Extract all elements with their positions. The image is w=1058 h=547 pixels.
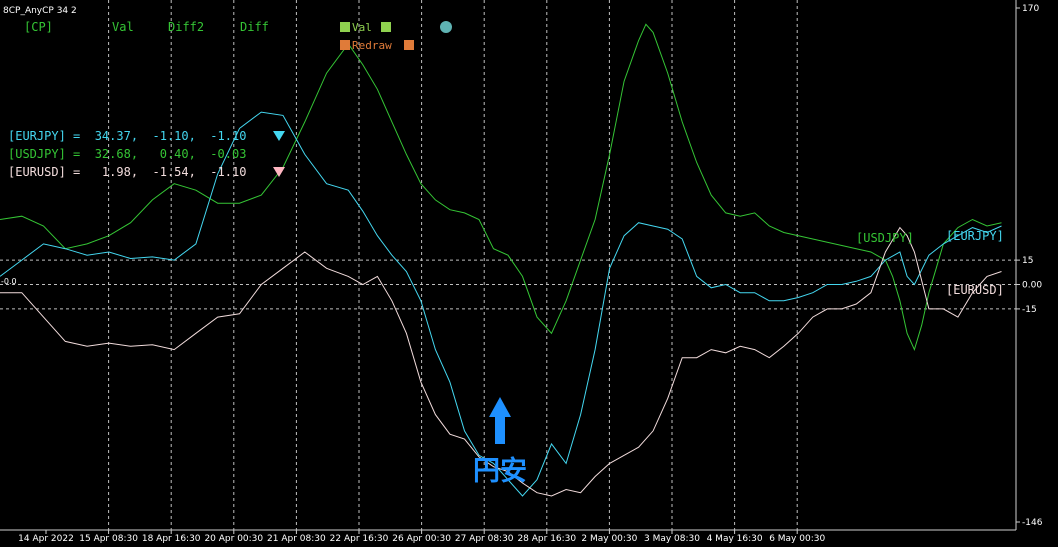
val-toggle-label: Val: [352, 21, 372, 34]
val-toggle-button[interactable]: Val: [340, 21, 391, 34]
vertical-gridlines: [108, 0, 798, 530]
x-tick-label: 21 Apr 08:30: [267, 534, 326, 544]
eurjpy-down-triangle-icon: [273, 131, 285, 141]
header-label-diff: Diff: [240, 20, 269, 34]
y-tick-label: -146: [1022, 518, 1043, 528]
redraw-label: Redraw: [352, 39, 392, 52]
eurusd-down-triangle-icon: [273, 167, 285, 177]
chart-canvas: 170 15 0.00 -15 -146 14 Apr 2022 15 Apr 08:30…: [0, 0, 1043, 544]
x-tick-label: 6 May 00:30: [769, 534, 825, 544]
redraw-box: [340, 40, 350, 50]
price-scale: 170 15 0.00 -15 -146: [1016, 4, 1043, 528]
x-tick-label: 15 Apr 08:30: [79, 534, 138, 544]
x-tick-label: 3 May 08:30: [644, 534, 700, 544]
annotation-text: 円安: [473, 456, 527, 487]
indicator-title: 8CP_AnyCP 34 2: [3, 6, 77, 16]
readout-usdjpy: [USDJPY] = 32.68, 0.40, -0.03: [8, 147, 246, 161]
settings-dot-button[interactable]: [440, 21, 452, 33]
x-tick-label: 20 Apr 00:30: [204, 534, 263, 544]
redraw-box-right: [404, 40, 414, 50]
line-label-eurusd: [EURUSD]: [946, 283, 1004, 297]
x-tick-label: 2 May 00:30: [581, 534, 637, 544]
readout-eurusd: [EURUSD] = 1.98, -1.54, -1.10: [8, 165, 246, 179]
x-tick-label: 18 Apr 16:30: [142, 534, 201, 544]
series-line-usdjpy: [0, 23, 1002, 352]
x-tick-label: 4 May 16:30: [707, 534, 763, 544]
up-arrow-icon: [489, 397, 511, 444]
y-tick-label: 170: [1022, 4, 1039, 14]
readout-eurjpy: [EURJPY] = 34.37, -1.10, -1.10: [8, 129, 246, 143]
line-label-usdjpy: [USDJPY]: [856, 231, 914, 245]
redraw-button[interactable]: Redraw: [340, 39, 414, 52]
chart-window: 170 15 0.00 -15 -146 14 Apr 2022 15 Apr 08:30…: [0, 0, 1058, 547]
y-tick-label: 15: [1022, 256, 1033, 266]
time-scale: 14 Apr 2022 15 Apr 08:30 18 Apr 16:30 20 Ap…: [18, 530, 825, 544]
line-label-eurjpy: [EURJPY]: [946, 229, 1004, 243]
header-label-cp: [CP]: [24, 20, 53, 34]
val-toggle-box: [340, 22, 350, 32]
x-tick-label: 27 Apr 08:30: [455, 534, 514, 544]
level-lines: [0, 259, 1016, 310]
x-tick-label: 14 Apr 2022: [18, 534, 74, 544]
x-tick-label: 22 Apr 16:30: [330, 534, 389, 544]
left-edge-label: -0.0: [1, 277, 17, 286]
y-tick-label: -15: [1022, 305, 1037, 315]
x-tick-label: 28 Apr 16:30: [517, 534, 576, 544]
y-tick-label: 0.00: [1022, 281, 1042, 291]
annotation: 円安: [473, 397, 527, 487]
header-label-val: Val: [112, 20, 134, 34]
x-tick-label: 26 Apr 00:30: [392, 534, 451, 544]
val-toggle-box-right: [381, 22, 391, 32]
header-label-diff2: Diff2: [168, 20, 204, 34]
